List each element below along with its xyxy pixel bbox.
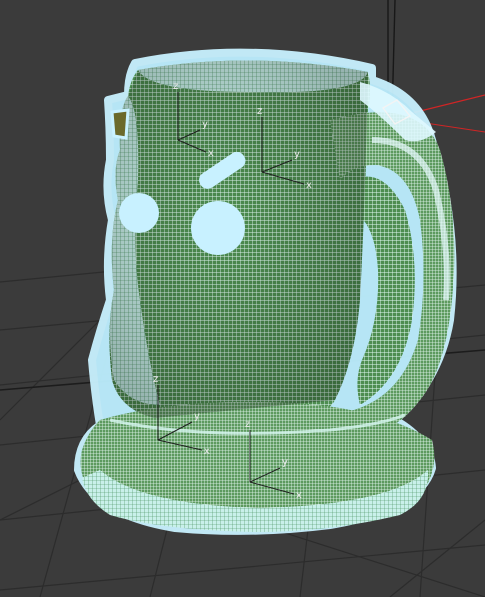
gizmo-axis-label-y: y [294, 149, 300, 160]
gizmo-axis-label-y: y [282, 457, 288, 468]
gizmo-axis-label-x: x [306, 180, 312, 191]
mug-mesh[interactable] [74, 48, 457, 535]
gizmo-axis-label-x: x [204, 446, 210, 457]
perspective-viewport[interactable]: z y x z y x z y x z y x [0, 0, 485, 597]
gizmo-axis-label-z: z [245, 419, 250, 430]
gizmo-axis-label-z: z [153, 374, 158, 385]
gizmo-axis-label-x: x [208, 148, 214, 159]
gizmo-axis-label-z: z [257, 106, 262, 117]
gizmo-axis-label-y: y [194, 411, 200, 422]
gizmo-axis-label-x: x [296, 490, 302, 501]
gizmo-axis-label-y: y [202, 119, 208, 130]
gizmo-axis-label-z: z [173, 81, 178, 92]
highlight-disc [119, 193, 159, 233]
viewport-scene[interactable]: z y x z y x z y x z y x [0, 0, 485, 597]
highlight-disc [191, 201, 245, 255]
